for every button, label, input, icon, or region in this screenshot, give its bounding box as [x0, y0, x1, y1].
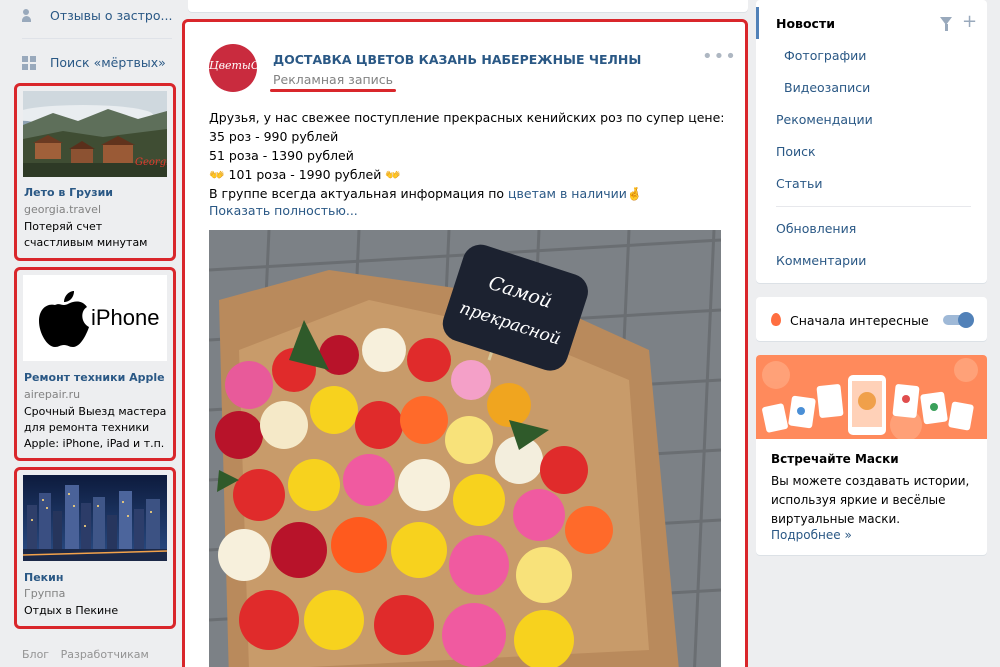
active-indicator	[756, 7, 759, 39]
post-line-prefix: В группе всегда актуальная информация по	[209, 186, 509, 201]
post-photo[interactable]: Самой прекрасной	[209, 230, 721, 667]
menu-divider	[776, 206, 971, 207]
show-more-link[interactable]: Показать полностью...	[209, 203, 358, 218]
nav-item-label: Отзывы о застро...	[50, 8, 173, 23]
post-line-last: В группе всегда актуальная информация по…	[209, 184, 729, 203]
ad-domain: georgia.travel	[24, 203, 101, 216]
fire-icon	[771, 313, 781, 326]
people-icon	[22, 8, 40, 23]
news-filter-menu: Новости + Фотографии Видеозаписи Рекомен…	[756, 0, 987, 283]
menu-item-articles[interactable]: Статьи	[776, 176, 822, 191]
nav-item-label: Поиск «мёртвых»	[50, 55, 166, 70]
menu-item-updates[interactable]: Обновления	[776, 221, 856, 236]
footer-link-blog[interactable]: Блог	[22, 648, 49, 661]
filter-icon[interactable]	[940, 17, 952, 31]
menu-item-search[interactable]: Поиск	[776, 144, 816, 159]
interesting-first-toggle[interactable]: Сначала интересные	[756, 297, 987, 341]
ad-domain: airepair.ru	[24, 388, 81, 401]
plus-icon[interactable]: +	[962, 13, 977, 31]
iphone-logo-text: iPhone	[91, 305, 160, 330]
post-line: 51 роза - 1390 рублей	[209, 148, 354, 163]
author-avatar[interactable]: ЦветыCM	[209, 44, 257, 92]
masks-description: Вы можете создавать истории, используя я…	[771, 474, 970, 526]
avatar-text: ЦветыCM	[209, 59, 257, 72]
ad-domain: Группа	[24, 587, 66, 600]
toggle-switch[interactable]	[943, 312, 974, 328]
menu-item-photos[interactable]: Фотографии	[784, 48, 866, 63]
masks-banner-image[interactable]	[756, 355, 987, 441]
ad-block-beijing[interactable]: Пекин Группа Отдых в Пекине	[14, 467, 176, 629]
menu-item-recommendations[interactable]: Рекомендации	[776, 112, 873, 127]
svg-text:Georgia: Georgia	[135, 157, 167, 168]
ad-block-georgia[interactable]: Georgia Лето в Грузии georgia.travel Пот…	[14, 83, 176, 261]
menu-item-news[interactable]: Новости	[776, 16, 835, 31]
footer-link-developers[interactable]: Разработчикам	[61, 648, 149, 661]
ad-title[interactable]: Ремонт техники Apple	[24, 371, 165, 384]
left-sidebar: Отзывы о застро... Поиск «мёртвых» Georg…	[0, 0, 180, 667]
post-line: Друзья, у нас свежее поступление прекрас…	[209, 110, 725, 125]
menu-item-comments[interactable]: Комментарии	[776, 253, 866, 268]
ad-title[interactable]: Пекин	[24, 571, 63, 584]
toggle-label: Сначала интересные	[790, 313, 929, 328]
ad-text: Потеряй счет счастливым минутам	[24, 220, 148, 249]
ad-text: Отдых в Пекине	[24, 604, 119, 617]
nav-item-search-dead[interactable]: Поиск «мёртвых»	[22, 55, 166, 70]
menu-item-videos[interactable]: Видеозаписи	[784, 80, 870, 95]
post-line-suffix: 🤞	[626, 186, 643, 201]
post-author[interactable]: ДОСТАВКА ЦВЕТОВ КАЗАНЬ НАБЕРЕЖНЫЕ ЧЕЛНЫ	[273, 52, 641, 67]
previous-post-card	[188, 0, 748, 12]
ad-title[interactable]: Лето в Грузии	[24, 186, 113, 199]
ad-image-georgia[interactable]: Georgia	[23, 91, 167, 177]
apps-icon	[22, 55, 40, 70]
masks-title: Встречайте Маски	[771, 452, 899, 466]
sponsored-label: Рекламная запись	[273, 72, 394, 87]
footer-links: Блог Разработчикам	[22, 648, 157, 661]
sponsored-post: ЦветыCM ДОСТАВКА ЦВЕТОВ КАЗАНЬ НАБЕРЕЖНЫ…	[182, 19, 748, 667]
label-underline	[270, 89, 396, 92]
post-more-menu-icon[interactable]: •••	[702, 48, 737, 66]
post-text: Друзья, у нас свежее поступление прекрас…	[209, 108, 729, 203]
post-line: 35 роз - 990 рублей	[209, 129, 339, 144]
ad-image-beijing[interactable]	[23, 475, 167, 561]
nav-item-reviews[interactable]: Отзывы о застро...	[22, 8, 172, 23]
divider	[22, 38, 172, 39]
masks-more-link[interactable]: Подробнее »	[771, 528, 852, 542]
ad-block-apple[interactable]: iPhone Ремонт техники Apple airepair.ru …	[14, 267, 176, 461]
post-line: 👐 101 роза - 1990 рублей 👐	[209, 167, 401, 182]
post-hashtag-link[interactable]: цветам в наличии	[508, 186, 627, 201]
ad-text: Срочный Выезд мастера для ремонта техник…	[24, 405, 167, 450]
ad-image-apple[interactable]: iPhone	[23, 275, 167, 361]
masks-promo: Встречайте Маски Вы можете создавать ист…	[756, 355, 987, 555]
